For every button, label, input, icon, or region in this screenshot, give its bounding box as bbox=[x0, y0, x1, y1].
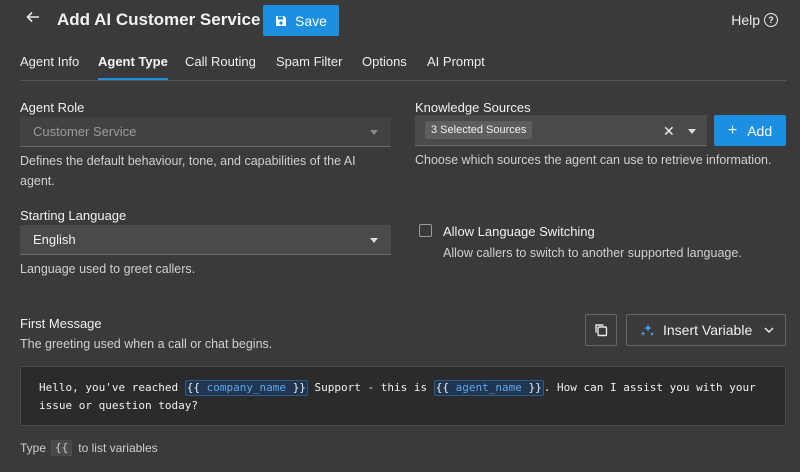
plus-icon: + bbox=[727, 121, 738, 139]
tab-ai-prompt[interactable]: AI Prompt bbox=[427, 54, 485, 69]
add-source-button[interactable]: + Add bbox=[714, 115, 786, 146]
starting-language-value: English bbox=[33, 232, 76, 247]
chevron-down-icon bbox=[370, 238, 378, 243]
variable-company-name[interactable]: {{ company_name }} bbox=[184, 380, 308, 396]
message-text-1: Hello, you've reached bbox=[39, 381, 185, 394]
brace-open: {{ bbox=[186, 381, 200, 394]
sparkle-icon bbox=[640, 324, 654, 336]
hint-prefix: Type bbox=[20, 441, 47, 455]
back-arrow-icon[interactable] bbox=[26, 10, 44, 30]
allow-language-switching-label: Allow Language Switching bbox=[443, 224, 595, 239]
first-message-label: First Message bbox=[20, 316, 102, 331]
brace-open: {{ bbox=[435, 381, 450, 394]
header-bar: Add AI Customer Service Save Help ? bbox=[0, 0, 800, 41]
first-message-editor[interactable]: Hello, you've reached {{ company_name }}… bbox=[20, 366, 786, 426]
knowledge-sources-help: Choose which sources the agent can use t… bbox=[415, 153, 772, 167]
variable-name: agent_name bbox=[455, 381, 522, 394]
tab-spam-filter[interactable]: Spam Filter bbox=[276, 54, 342, 69]
starting-language-help: Language used to greet callers. bbox=[20, 262, 196, 276]
save-disk-icon bbox=[276, 15, 286, 26]
tab-options[interactable]: Options bbox=[362, 54, 407, 69]
tab-bar: Agent Info Agent Type Call Routing Spam … bbox=[0, 41, 800, 81]
insert-variable-button[interactable]: Insert Variable bbox=[626, 314, 786, 346]
brace-close: }} bbox=[292, 381, 306, 394]
variable-agent-name[interactable]: {{ agent_name }} bbox=[433, 380, 544, 396]
tab-call-routing[interactable]: Call Routing bbox=[185, 54, 256, 69]
selected-sources-chip: 3 Selected Sources bbox=[425, 121, 533, 139]
save-button[interactable]: Save bbox=[263, 5, 339, 36]
tab-agent-info[interactable]: Agent Info bbox=[20, 54, 79, 69]
agent-role-help: Defines the default behaviour, tone, and… bbox=[20, 154, 356, 188]
allow-language-switching-checkbox[interactable] bbox=[419, 224, 432, 237]
insert-variable-label: Insert Variable bbox=[663, 322, 753, 338]
starting-language-select[interactable]: English bbox=[20, 225, 391, 255]
agent-role-select[interactable]: Customer Service bbox=[20, 117, 391, 147]
add-button-label: Add bbox=[747, 122, 773, 139]
tab-agent-type[interactable]: Agent Type bbox=[98, 54, 168, 69]
knowledge-sources-label: Knowledge Sources bbox=[415, 100, 531, 115]
agent-role-label: Agent Role bbox=[20, 100, 85, 115]
help-label: Help bbox=[731, 12, 760, 28]
hint-suffix: to list variables bbox=[78, 441, 158, 455]
hint-code: {{ bbox=[51, 440, 73, 456]
active-tab-indicator bbox=[98, 78, 168, 80]
first-message-help: The greeting used when a call or chat be… bbox=[20, 337, 273, 351]
clear-x-icon[interactable]: ✕ bbox=[663, 124, 675, 138]
page-title: Add AI Customer Service bbox=[57, 10, 261, 29]
chevron-down-icon[interactable] bbox=[688, 129, 696, 134]
save-button-label: Save bbox=[295, 12, 327, 29]
chevron-down-icon bbox=[764, 326, 774, 333]
message-text-2: Support - this is bbox=[307, 381, 434, 394]
help-link[interactable]: Help ? bbox=[731, 12, 778, 28]
copy-button[interactable] bbox=[585, 314, 617, 346]
help-circle-icon: ? bbox=[764, 13, 778, 27]
tabs-divider bbox=[20, 80, 786, 81]
copy-icon bbox=[595, 324, 608, 337]
brace-close: }} bbox=[528, 381, 542, 394]
starting-language-label: Starting Language bbox=[20, 208, 127, 223]
variable-name: company_name bbox=[206, 381, 287, 394]
variables-hint: Type {{ to list variables bbox=[20, 440, 158, 456]
chevron-down-icon bbox=[370, 130, 378, 135]
agent-role-placeholder: Customer Service bbox=[33, 124, 137, 139]
allow-language-switching-help: Allow callers to switch to another suppo… bbox=[443, 246, 742, 260]
